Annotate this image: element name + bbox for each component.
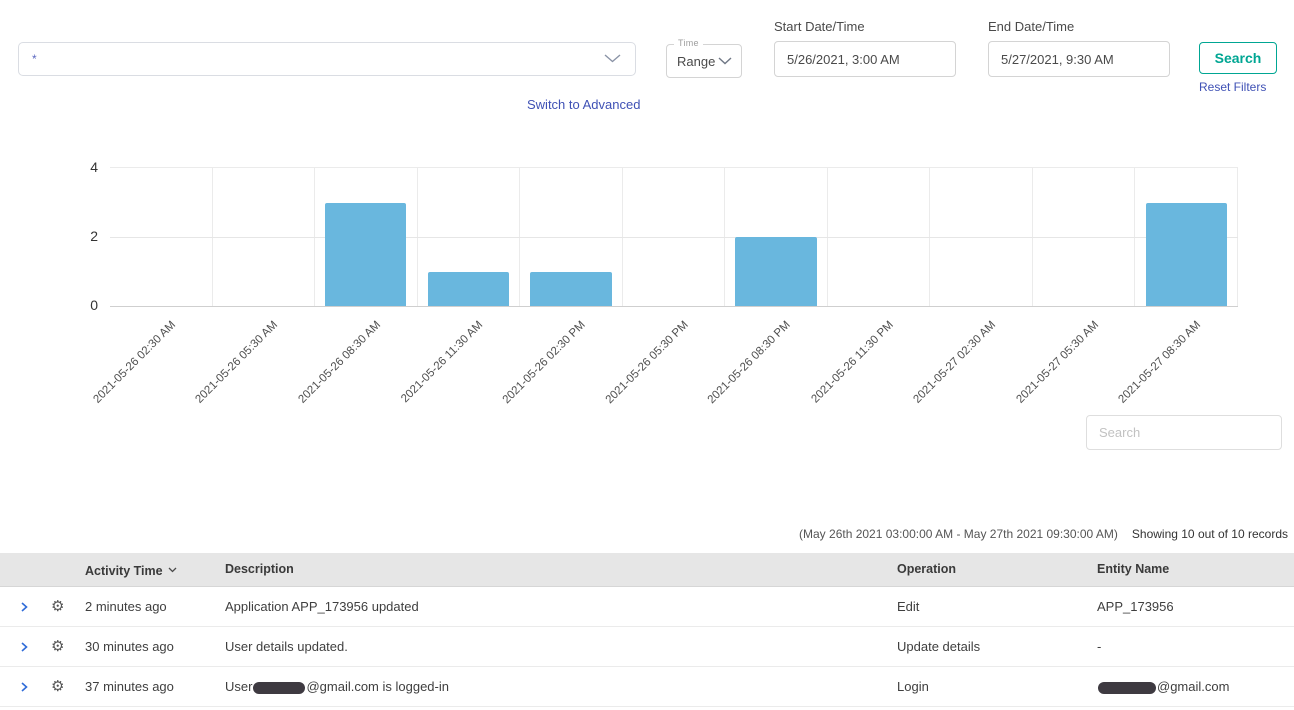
- row-entity-name: -: [1097, 627, 1101, 666]
- column-header-entity-name: Entity Name: [1097, 553, 1169, 586]
- column-header-activity-time[interactable]: Activity Time: [85, 553, 177, 588]
- x-axis-label: 2021-05-26 11:30 PM: [809, 319, 896, 406]
- entity-filter-value: *: [32, 52, 37, 66]
- record-count: Showing 10 out of 10 records: [1132, 527, 1288, 541]
- y-axis-tick-label: 2: [70, 227, 98, 245]
- row-settings-gear-icon[interactable]: ⚙: [51, 587, 64, 626]
- audit-log-page: * Time Range Start Date/Time End Date/Ti…: [0, 0, 1294, 710]
- date-range-summary: (May 26th 2021 03:00:00 AM - May 27th 20…: [799, 527, 1118, 541]
- y-axis-tick-label: 4: [70, 158, 98, 176]
- x-axis-label: 2021-05-26 02:30 PM: [501, 319, 588, 406]
- row-expand-icon[interactable]: [20, 667, 28, 706]
- table-header: Activity Time Description Operation Enti…: [0, 553, 1294, 587]
- reset-filters-link[interactable]: Reset Filters: [1199, 80, 1266, 94]
- x-axis-label: 2021-05-26 02:30 AM: [91, 319, 178, 406]
- x-axis-label: 2021-05-26 11:30 AM: [399, 319, 485, 405]
- y-axis-tick-label: 0: [70, 296, 98, 314]
- switch-to-advanced-link[interactable]: Switch to Advanced: [527, 97, 640, 112]
- row-description: User@gmail.com is logged-in: [225, 667, 449, 706]
- chart-column: [315, 168, 418, 306]
- chart-bar[interactable]: [325, 203, 406, 307]
- row-activity-time: 2 minutes ago: [85, 587, 167, 626]
- chart-bar[interactable]: [1146, 203, 1227, 307]
- row-description: User details updated.: [225, 627, 348, 666]
- chart-column: [1135, 168, 1238, 306]
- time-range-select[interactable]: Time Range: [666, 44, 742, 78]
- x-axis-label: 2021-05-27 08:30 AM: [1117, 319, 1204, 406]
- x-axis-label: 2021-05-27 02:30 AM: [911, 319, 998, 406]
- x-axis-label: 2021-05-26 05:30 AM: [194, 319, 281, 406]
- start-datetime-label: Start Date/Time: [774, 19, 865, 34]
- x-axis-label: 2021-05-26 08:30 PM: [706, 319, 793, 406]
- chart-bar[interactable]: [530, 272, 611, 307]
- redacted-text: [1098, 682, 1156, 694]
- table-row: ⚙ 2 minutes ago Application APP_173956 upd…: [0, 587, 1294, 627]
- row-operation: Login: [897, 667, 929, 706]
- chart-bar[interactable]: [735, 237, 816, 306]
- gridline: [110, 237, 1238, 238]
- time-select-label: Time: [674, 38, 703, 48]
- row-expand-icon[interactable]: [20, 627, 28, 666]
- chevron-down-icon: [718, 52, 732, 70]
- column-label: Activity Time: [85, 564, 163, 578]
- row-operation: Edit: [897, 587, 919, 626]
- chart-column: [725, 168, 828, 306]
- x-axis-label: 2021-05-26 08:30 AM: [296, 319, 383, 406]
- chevron-down-icon: [604, 50, 621, 68]
- sort-desc-icon: [168, 562, 177, 576]
- results-summary: (May 26th 2021 03:00:00 AM - May 27th 20…: [799, 527, 1288, 541]
- x-axis-label: 2021-05-26 05:30 PM: [603, 319, 690, 406]
- row-settings-gear-icon[interactable]: ⚙: [51, 667, 64, 706]
- chart-bar[interactable]: [428, 272, 509, 307]
- time-select-value: Range: [677, 54, 715, 69]
- start-datetime-input[interactable]: [774, 41, 956, 77]
- row-settings-gear-icon[interactable]: ⚙: [51, 627, 64, 666]
- row-description: Application APP_173956 updated: [225, 587, 419, 626]
- x-axis-label: 2021-05-27 05:30 AM: [1014, 319, 1101, 406]
- end-datetime-input[interactable]: [988, 41, 1170, 77]
- table-search-input[interactable]: [1086, 415, 1282, 450]
- end-datetime-label: End Date/Time: [988, 19, 1074, 34]
- row-entity-name: APP_173956: [1097, 587, 1174, 626]
- row-expand-icon[interactable]: [20, 587, 28, 626]
- row-operation: Update details: [897, 627, 980, 666]
- chart-plot: [110, 167, 1238, 307]
- row-activity-time: 37 minutes ago: [85, 667, 174, 706]
- row-entity-name: @gmail.com: [1097, 667, 1229, 706]
- search-button[interactable]: Search: [1199, 42, 1277, 74]
- row-activity-time: 30 minutes ago: [85, 627, 174, 666]
- table-row: ⚙ 30 minutes ago User details updated. Upda…: [0, 627, 1294, 667]
- column-header-operation: Operation: [897, 553, 956, 586]
- entity-filter-dropdown[interactable]: *: [18, 42, 636, 76]
- redacted-text: [253, 682, 305, 694]
- chart-x-labels: 2021-05-26 02:30 AM2021-05-26 05:30 AM20…: [0, 305, 1294, 415]
- column-header-description: Description: [225, 553, 294, 586]
- table-row: ⚙ 37 minutes ago User@gmail.com is logged-…: [0, 667, 1294, 707]
- table-rows: ⚙ 2 minutes ago Application APP_173956 upd…: [0, 587, 1294, 707]
